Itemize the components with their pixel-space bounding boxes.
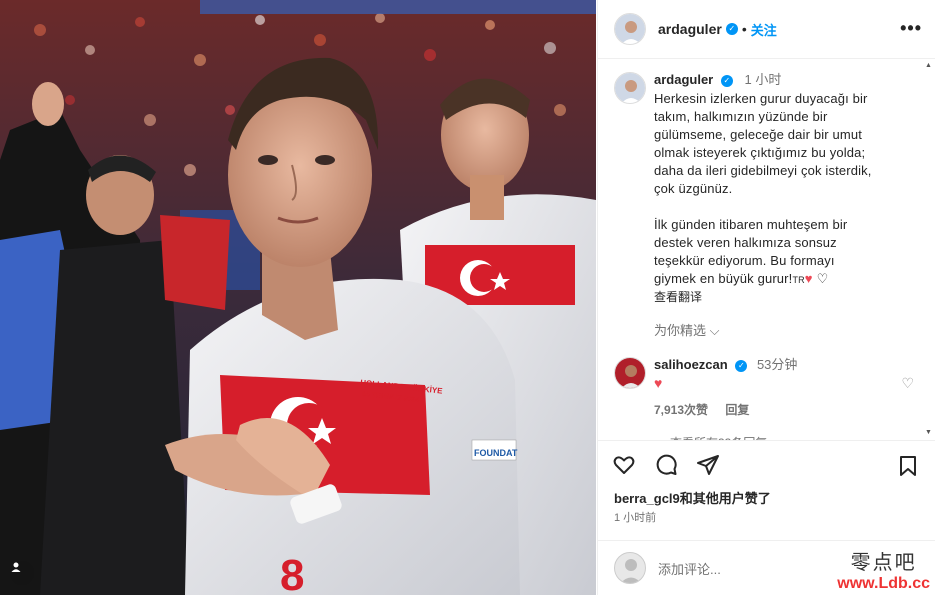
site-watermark: 零点吧 www.Ldb.cc bbox=[837, 546, 930, 593]
white-heart-emoji-icon: ♡ bbox=[816, 271, 829, 286]
comment-time: 53分钟 bbox=[756, 357, 798, 372]
comment-item: salihoezcan ✓ 53分钟 ♥ 7,913次赞 回复 ♡ bbox=[614, 357, 914, 417]
jersey-patch-text: FOUNDAT bbox=[474, 448, 518, 458]
tagged-users-button[interactable] bbox=[10, 561, 34, 585]
chevron-down-icon: ⌵ bbox=[709, 323, 720, 338]
watermark-bottom: www.Ldb.cc bbox=[837, 575, 930, 592]
author-username[interactable]: ardaguler bbox=[658, 21, 722, 37]
caption-username[interactable]: ardaguler bbox=[654, 72, 713, 87]
comments-list[interactable]: ardaguler ✓ 1 小时 Herkesin izlerken gurur… bbox=[598, 60, 935, 440]
reply-button[interactable]: 回复 bbox=[725, 403, 749, 417]
caption-avatar[interactable] bbox=[614, 72, 646, 104]
author-avatar[interactable] bbox=[614, 13, 646, 45]
commenter-username[interactable]: salihoezcan bbox=[654, 357, 728, 372]
add-comment-input[interactable]: 添加评论... bbox=[658, 559, 721, 578]
red-heart-emoji-icon: ♥ bbox=[804, 271, 813, 286]
verified-badge-icon: ✓ bbox=[720, 75, 733, 87]
scroll-down-arrow-icon[interactable]: ▼ bbox=[925, 429, 932, 436]
comment-text: ♥ bbox=[654, 375, 663, 391]
save-bookmark-icon[interactable] bbox=[898, 455, 918, 477]
comment-likes-count[interactable]: 7,913次赞 bbox=[654, 403, 708, 417]
caption-text: Herkesin izlerken gurur duyacağı bir tak… bbox=[654, 91, 872, 286]
add-comment-bar: 添加评论... 零点吧 www.Ldb.cc bbox=[598, 540, 935, 595]
verified-badge-icon: ✓ bbox=[725, 23, 738, 35]
share-send-icon[interactable] bbox=[696, 453, 720, 477]
post-actions: berra_gcl9和其他用户赞了 1 小时前 bbox=[598, 440, 935, 540]
comment-bubble-icon[interactable] bbox=[654, 453, 678, 477]
comments-scrollbar[interactable]: ▲ ▼ bbox=[925, 60, 933, 438]
header-separator: • bbox=[741, 21, 747, 37]
post-timestamp[interactable]: 1 小时前 bbox=[614, 509, 656, 525]
liked-by-text[interactable]: berra_gcl9和其他用户赞了 bbox=[614, 488, 771, 507]
comment-like-heart-icon[interactable]: ♡ bbox=[901, 375, 914, 392]
jersey-number: 8 bbox=[280, 551, 304, 595]
current-user-avatar bbox=[614, 552, 646, 584]
see-translation-link[interactable]: 查看翻译 bbox=[654, 288, 909, 305]
watermark-top: 零点吧 bbox=[850, 550, 917, 574]
more-options-icon[interactable]: ••• bbox=[900, 18, 922, 39]
scroll-up-arrow-icon[interactable]: ▲ bbox=[925, 62, 932, 69]
user-icon bbox=[11, 562, 21, 572]
commenter-avatar[interactable] bbox=[614, 357, 646, 389]
caption-time[interactable]: 1 小时 bbox=[745, 72, 782, 87]
flag-tag: TR bbox=[792, 275, 805, 285]
post-photo[interactable]: HOLLANDA-TÜRKİYE 06 TEMMUZ 2024 FOUNDAT … bbox=[0, 0, 596, 595]
like-heart-icon[interactable] bbox=[612, 453, 636, 477]
post-details-panel: ardaguler ✓ • 关注 ••• ardaguler ✓ 1 小时 He… bbox=[597, 0, 935, 595]
follow-button[interactable]: 关注 bbox=[751, 20, 777, 39]
for-you-sort-dropdown[interactable]: 为你精选 ⌵ bbox=[654, 320, 720, 339]
post-header: ardaguler ✓ • 关注 ••• bbox=[598, 0, 935, 59]
photo-scene: HOLLANDA-TÜRKİYE 06 TEMMUZ 2024 FOUNDAT … bbox=[0, 0, 596, 595]
for-you-label: 为你精选 bbox=[654, 323, 707, 338]
verified-badge-icon: ✓ bbox=[735, 360, 748, 372]
